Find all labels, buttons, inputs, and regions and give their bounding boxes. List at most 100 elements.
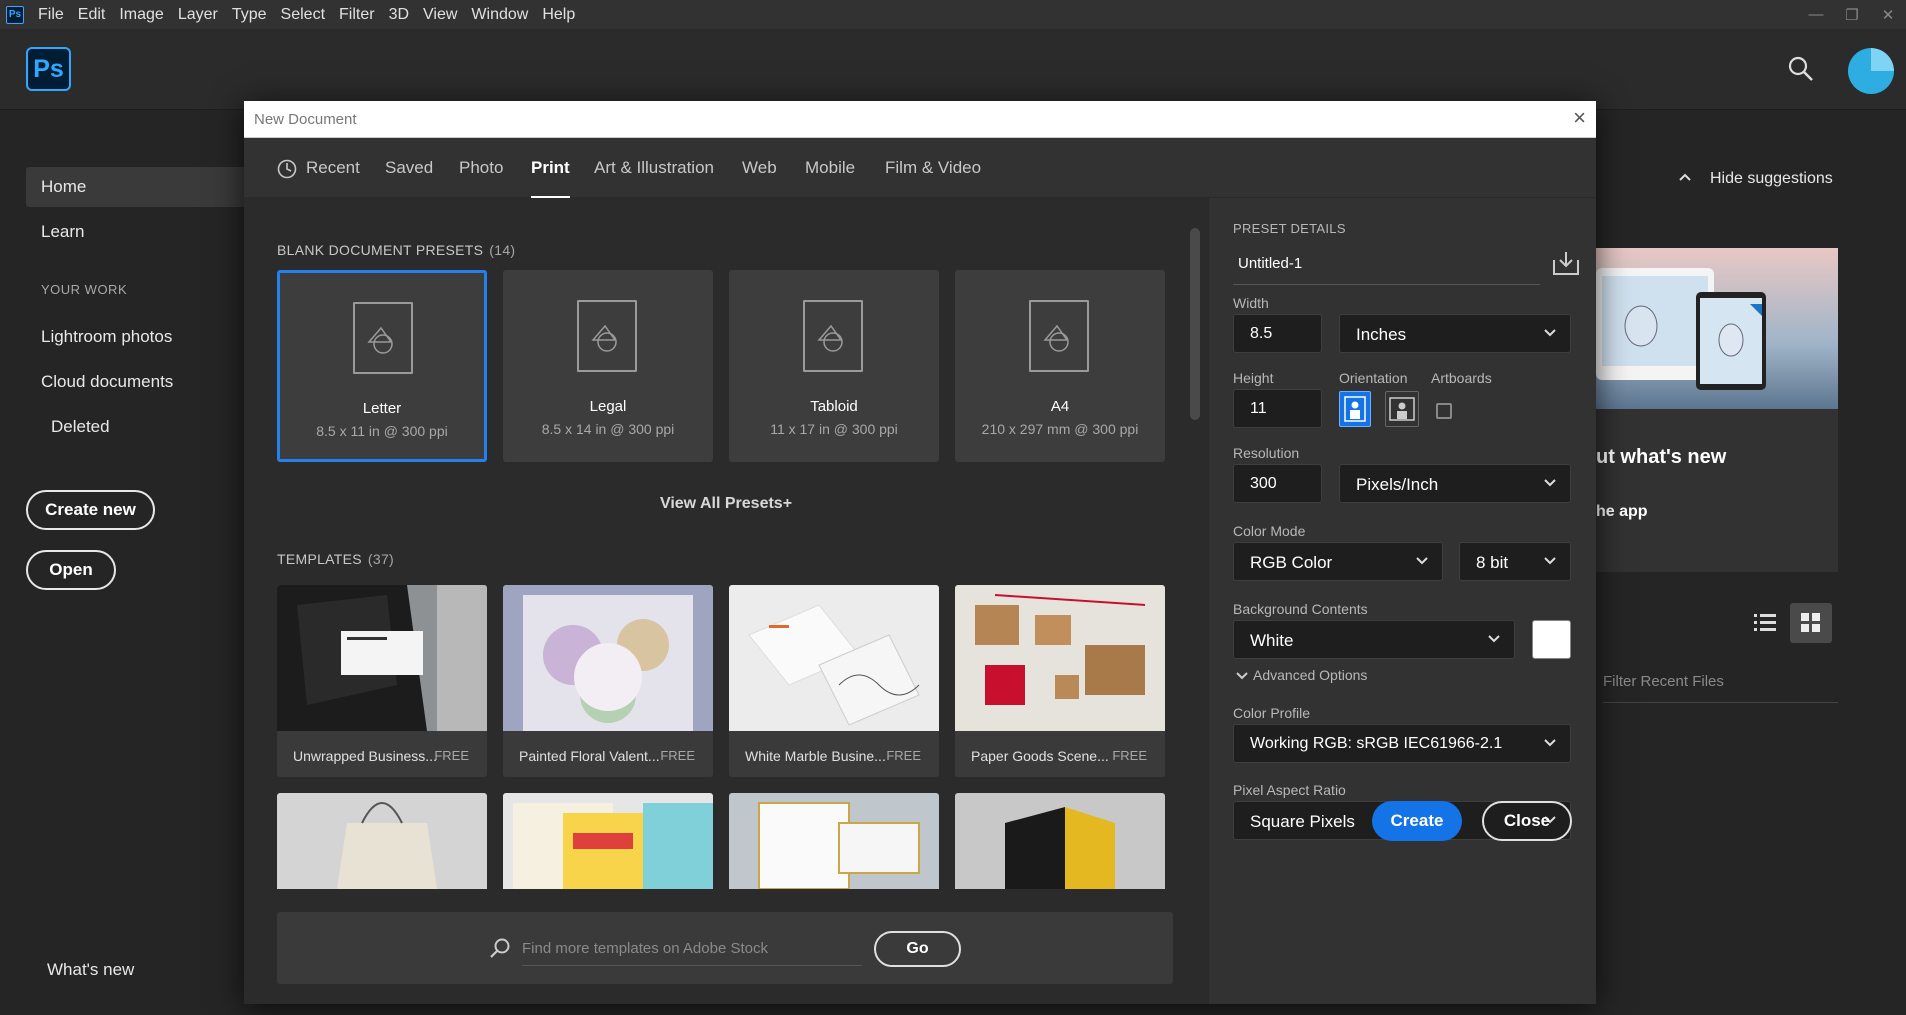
stock-search-input[interactable]: Find more templates on Adobe Stock (522, 932, 862, 966)
landscape-orientation-button[interactable] (1385, 391, 1419, 427)
menu-view[interactable]: View (423, 6, 457, 24)
minimize-icon[interactable]: — (1798, 0, 1834, 29)
preset-a4[interactable]: A4 210 x 297 mm @ 300 ppi (955, 270, 1165, 462)
template-price: FREE (660, 748, 695, 763)
menu-window[interactable]: Window (471, 6, 528, 24)
presets-scrollbar[interactable] (1188, 216, 1202, 888)
sidebar-item-cloud-documents[interactable]: Cloud documents (26, 362, 245, 402)
tab-recent[interactable]: Recent (306, 158, 360, 198)
blank-presets-count: (14) (489, 242, 516, 258)
artboards-checkbox[interactable] (1436, 403, 1452, 419)
background-contents-dropdown[interactable]: White (1233, 620, 1515, 659)
create-new-button[interactable]: Create new (26, 490, 155, 530)
tab-mobile[interactable]: Mobile (805, 158, 855, 198)
menu-file[interactable]: File (38, 6, 64, 24)
tab-photo[interactable]: Photo (459, 158, 503, 198)
avatar[interactable] (1848, 48, 1894, 94)
new-document-dialog: New Document × Recent Saved Photo Print … (244, 101, 1596, 1004)
height-label: Height (1233, 370, 1274, 386)
template-card[interactable]: White Marble Busine... FREE (729, 585, 939, 777)
menu-help[interactable]: Help (542, 6, 575, 24)
tab-print[interactable]: Print (531, 158, 570, 198)
menu-type[interactable]: Type (232, 6, 267, 24)
portrait-orientation-button[interactable] (1339, 391, 1371, 427)
menu-select[interactable]: Select (281, 6, 325, 24)
template-card-partial[interactable] (729, 793, 939, 889)
sidebar-item-deleted[interactable]: Deleted (26, 407, 245, 447)
width-unit-dropdown[interactable]: Inches (1339, 314, 1571, 353)
grid-view-icon (1801, 613, 1820, 632)
filter-recent-files-input[interactable]: Filter Recent Files (1603, 673, 1838, 703)
bit-depth-dropdown[interactable]: 8 bit (1459, 542, 1571, 581)
width-input[interactable]: 8.5 (1233, 314, 1322, 353)
grid-view-button[interactable] (1790, 603, 1832, 643)
preset-tabloid[interactable]: Tabloid 11 x 17 in @ 300 ppi (729, 270, 939, 462)
tab-film-video[interactable]: Film & Video (885, 158, 981, 198)
color-mode-dropdown[interactable]: RGB Color (1233, 542, 1443, 581)
tab-art-illustration[interactable]: Art & Illustration (594, 158, 714, 198)
search-icon[interactable] (1786, 54, 1816, 84)
chevron-down-icon[interactable] (1235, 669, 1249, 683)
document-name-field[interactable]: Untitled-1 (1233, 243, 1540, 285)
resolution-input[interactable]: 300 (1233, 464, 1322, 503)
preset-details-heading: PRESET DETAILS (1233, 221, 1346, 236)
color-profile-label: Color Profile (1233, 705, 1311, 721)
whats-new-card[interactable]: ut what's new he app (1596, 248, 1838, 572)
template-name: White Marble Busine... (745, 748, 886, 764)
list-view-icon[interactable] (1754, 612, 1776, 632)
restore-icon[interactable]: ❐ (1834, 0, 1870, 29)
hide-suggestions-link[interactable]: Hide suggestions (1710, 170, 1833, 188)
resolution-unit-dropdown[interactable]: Pixels/Inch (1339, 464, 1571, 503)
open-button[interactable]: Open (26, 550, 116, 590)
close-window-icon[interactable]: ✕ (1870, 0, 1906, 29)
menu-image[interactable]: Image (119, 6, 163, 24)
chevron-up-icon[interactable] (1678, 172, 1692, 182)
preset-size: 8.5 x 14 in @ 300 ppi (541, 421, 675, 437)
preset-size: 8.5 x 11 in @ 300 ppi (316, 423, 448, 439)
close-button[interactable]: Close (1482, 801, 1572, 841)
portrait-icon (1344, 396, 1366, 422)
menu-filter[interactable]: Filter (339, 6, 375, 24)
width-label: Width (1233, 295, 1269, 311)
template-card[interactable]: Unwrapped Business... FREE (277, 585, 487, 777)
category-tabs: Recent Saved Photo Print Art & Illustrat… (244, 138, 1596, 198)
template-card-partial[interactable] (955, 793, 1165, 889)
save-preset-icon[interactable] (1552, 250, 1580, 276)
preset-letter[interactable]: Letter 8.5 x 11 in @ 300 ppi (277, 270, 487, 462)
height-input[interactable]: 11 (1233, 389, 1322, 428)
template-name: Unwrapped Business... (293, 748, 437, 764)
whats-new-link[interactable]: What's new (32, 950, 251, 990)
dialog-close-icon[interactable]: × (1573, 107, 1586, 129)
menu-edit[interactable]: Edit (78, 6, 106, 24)
create-button[interactable]: Create (1372, 801, 1462, 841)
tab-saved[interactable]: Saved (385, 158, 433, 198)
color-mode-value: RGB Color (1250, 553, 1333, 572)
sidebar-item-home[interactable]: Home (26, 167, 245, 207)
your-work-heading: YOUR WORK (41, 282, 128, 297)
preset-legal[interactable]: Legal 8.5 x 14 in @ 300 ppi (503, 270, 713, 462)
advanced-options-toggle[interactable]: Advanced Options (1253, 667, 1367, 683)
tab-web[interactable]: Web (742, 158, 777, 198)
document-preset-icon (803, 300, 863, 372)
preset-name: Legal (589, 398, 627, 415)
go-button[interactable]: Go (874, 931, 961, 967)
view-all-presets-link[interactable]: View All Presets+ (244, 495, 1208, 513)
background-contents-value: White (1250, 631, 1294, 650)
menu-layer[interactable]: Layer (178, 6, 218, 24)
background-color-swatch[interactable] (1532, 620, 1571, 659)
whats-new-card-link[interactable]: he app (1596, 503, 1648, 521)
template-card[interactable]: Painted Floral Valent... FREE (503, 585, 713, 777)
template-card[interactable]: Paper Goods Scene... FREE (955, 585, 1165, 777)
color-profile-dropdown[interactable]: Working RGB: sRGB IEC61966-2.1 (1233, 724, 1571, 763)
template-card-partial[interactable] (503, 793, 713, 889)
preset-name: Letter (362, 400, 402, 417)
sidebar-item-lightroom[interactable]: Lightroom photos (26, 317, 245, 357)
scrollbar-thumb[interactable] (1190, 228, 1200, 420)
menu-3d[interactable]: 3D (389, 6, 409, 24)
template-thumbnail (955, 585, 1165, 731)
template-card-partial[interactable] (277, 793, 487, 889)
document-preset-icon (1029, 300, 1089, 372)
bit-depth-value: 8 bit (1476, 553, 1509, 572)
sidebar-item-learn[interactable]: Learn (26, 212, 245, 252)
template-thumbnail (277, 793, 487, 889)
